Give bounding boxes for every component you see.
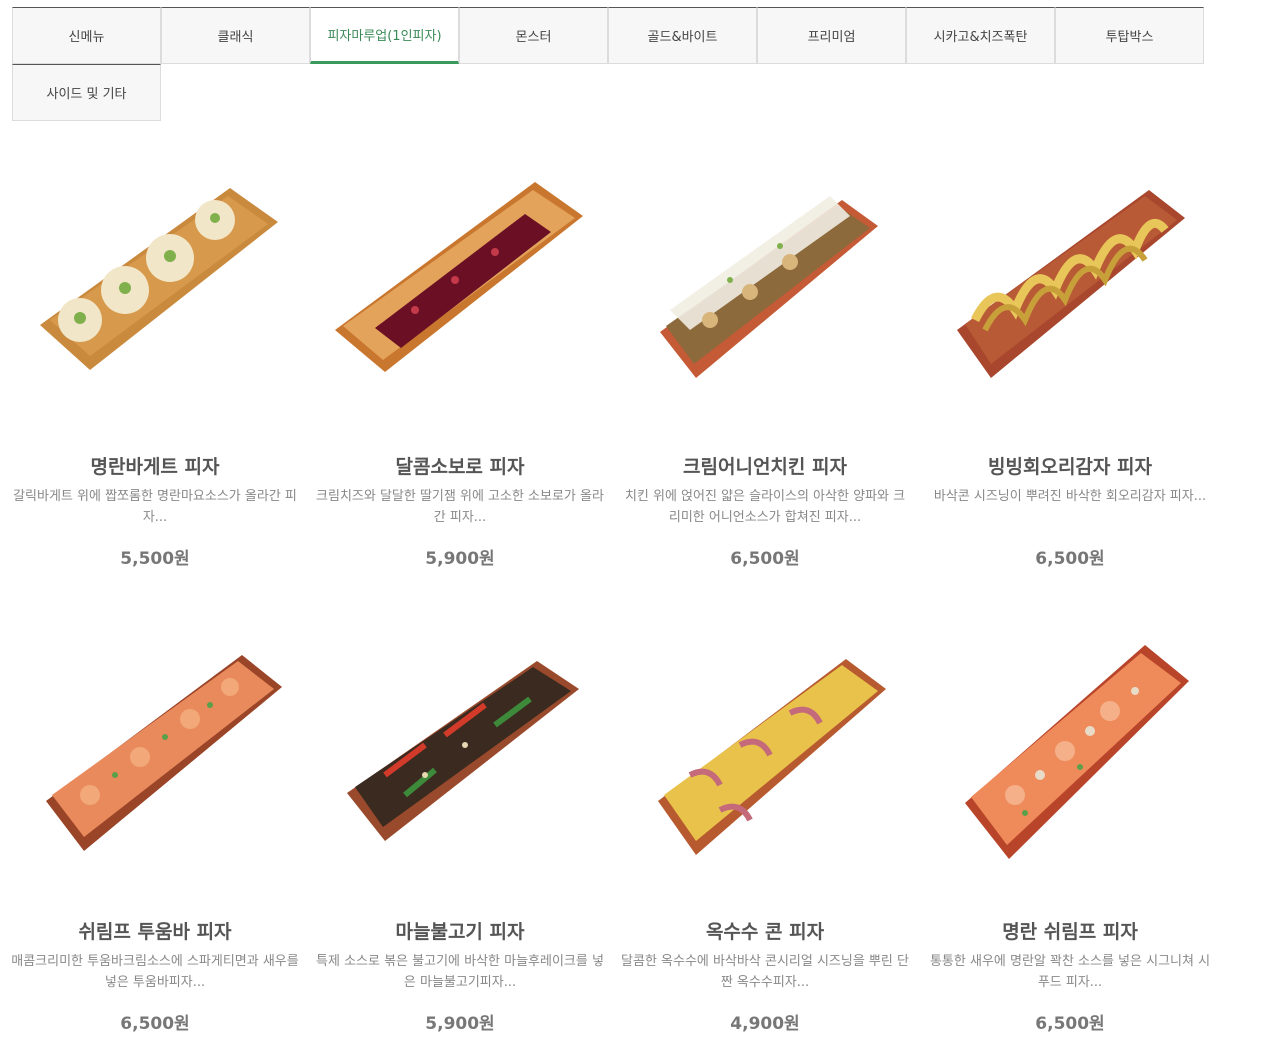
potato-pizza-icon: [957, 190, 1185, 378]
garlic-bulgogi-pizza-icon: [347, 661, 579, 841]
product-name[interactable]: 명란바게트 피자: [10, 452, 300, 479]
product-price: 5,500원: [120, 549, 190, 569]
product-price: 5,900원: [425, 1014, 495, 1034]
product-description: 바삭콘 시즈닝이 뿌려진 바삭한 회오리감자 피자...: [933, 489, 1207, 504]
product-description: 크림치즈와 달달한 딸기잼 위에 고소한 소보로가 올라간 피자...: [316, 489, 604, 525]
product-description: 달콤한 옥수수에 바삭바삭 콘시리얼 시즈닝을 뿌린 단짠 옥수수피자...: [621, 954, 909, 990]
product-price: 5,900원: [425, 549, 495, 569]
pizza-image[interactable]: [935, 625, 1205, 865]
pizza-image[interactable]: [325, 625, 595, 865]
myeongran-shrimp-pizza-icon: [965, 645, 1189, 859]
pizza-image[interactable]: [325, 160, 595, 400]
product-name[interactable]: 달콤소보로 피자: [315, 452, 605, 479]
pizza-image[interactable]: [630, 160, 900, 400]
pizza-image[interactable]: [20, 160, 290, 400]
product-description: 특제 소스로 볶은 불고기에 바삭한 마늘후레이크를 넣은 마늘불고기피자...: [316, 954, 604, 990]
corn-pizza-icon: [658, 659, 886, 855]
product-price: 4,900원: [730, 1014, 800, 1034]
product-price: 6,500원: [1035, 1014, 1105, 1034]
product-name[interactable]: 쉬림프 투움바 피자: [10, 917, 300, 944]
pizza-image[interactable]: [630, 625, 900, 865]
pizza-image[interactable]: [20, 625, 290, 865]
onion-chicken-pizza-icon: [660, 196, 878, 378]
product-price: 6,500원: [120, 1014, 190, 1034]
product-name[interactable]: 크림어니언치킨 피자: [620, 452, 910, 479]
soboro-pizza-icon: [335, 182, 583, 372]
product-grid: 명란바게트 피자 갈릭바게트 위에 짭쪼롬한 명란마요소스가 올라간 피자...…: [0, 0, 1263, 1058]
baguette-pizza-icon: [40, 188, 278, 370]
product-name[interactable]: 옥수수 콘 피자: [620, 917, 910, 944]
product-name[interactable]: 명란 쉬림프 피자: [925, 917, 1215, 944]
pizza-image[interactable]: [935, 160, 1205, 400]
product-price: 6,500원: [730, 549, 800, 569]
shrimp-toowoomba-pizza-icon: [46, 655, 282, 851]
product-price: 6,500원: [1035, 549, 1105, 569]
product-description: 치킨 위에 얹어진 얇은 슬라이스의 아삭한 양파와 크리미한 어니언소스가 합…: [624, 489, 906, 525]
product-name[interactable]: 마늘불고기 피자: [315, 917, 605, 944]
product-description: 갈릭바게트 위에 짭쪼롬한 명란마요소스가 올라간 피자...: [13, 489, 297, 525]
product-name[interactable]: 빙빙회오리감자 피자: [925, 452, 1215, 479]
product-description: 매콤크리미한 투움바크림소스에 스파게티면과 새우를 넣은 투움바피자...: [11, 954, 299, 990]
product-description: 통통한 새우에 명란알 꽉찬 소스를 넣은 시그니쳐 시푸드 피자...: [929, 954, 1211, 990]
